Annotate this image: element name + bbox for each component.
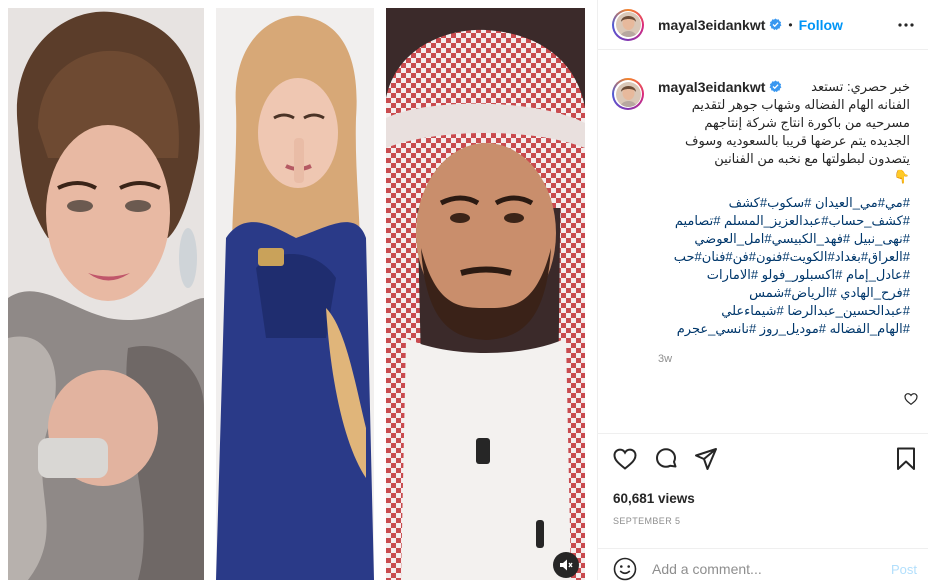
hashtag-line[interactable]: #العراق#بغداد#الكويت#فنون#فن#فنان#حب <box>658 248 910 266</box>
caption-text-line: خبر حصري: تستعد <box>811 79 910 94</box>
hashtag-line[interactable]: #فرح_الهادي #الرياض#شمس <box>658 284 910 302</box>
caption-text-line: يتصدون لبطولتها مع نخبه من الفنانين <box>714 151 910 166</box>
hashtag-line[interactable]: #كشف_حساب#عبدالعزيز_المسلم #تصاميم <box>658 212 910 230</box>
caption-text-line: مسرحيه من باكورة انتاج شركة إنتاجهم <box>704 115 910 130</box>
follow-button[interactable]: Follow <box>799 17 843 33</box>
hashtag-line[interactable]: #عادل_إمام #اكسبلور_فولو #الامارات <box>658 266 910 284</box>
post-media[interactable] <box>0 0 597 580</box>
view-count[interactable]: 60,681 views <box>613 491 695 506</box>
verified-badge-icon <box>769 80 782 93</box>
verified-badge-icon <box>769 18 782 31</box>
separator-dot: • <box>788 17 793 32</box>
photo-woman-fur <box>8 8 204 580</box>
caption-username-link[interactable]: mayal3eidankwt <box>658 78 765 96</box>
pointing-down-emoji: 👇 <box>893 169 910 184</box>
avatar[interactable] <box>612 8 644 41</box>
comment-bar: Post <box>598 548 928 581</box>
avatar[interactable] <box>612 78 644 110</box>
caption-text-line: الجديده يتم عرضها قريبا بالسعوديه وسوف <box>685 133 910 148</box>
speaker-muted-icon <box>560 559 573 571</box>
bookmark-icon[interactable] <box>893 446 919 472</box>
post-comment-button[interactable]: Post <box>891 562 917 577</box>
post-actions: 60,681 views SEPTEMBER 5 <box>598 433 928 526</box>
post-date[interactable]: SEPTEMBER 5 <box>613 516 680 526</box>
caption-first-line: mayal3eidankwt خبر حصري: تستعد <box>658 78 910 96</box>
username-link[interactable]: mayal3eidankwt <box>658 17 765 33</box>
more-options-icon[interactable] <box>897 17 915 33</box>
comment-input[interactable] <box>652 557 872 581</box>
mute-button[interactable] <box>553 552 579 578</box>
caption-time-ago[interactable]: 3w <box>658 350 910 368</box>
hashtag-list: #مي#مي_العيدان #سكوب#كشف #كشف_حساب#عبدال… <box>658 194 910 338</box>
photo-woman-blonde <box>216 8 374 580</box>
comment-icon[interactable] <box>653 446 679 472</box>
hashtag-line[interactable]: #مي#مي_العيدان #سكوب#كشف <box>658 194 910 212</box>
caption-text-line: الفنانه الهام الفضاله وشهاب جوهر لتقديم <box>691 97 910 112</box>
hashtag-line[interactable]: #الهام_الفضاله #موديل_روز #نانسي_عجرم <box>658 320 910 338</box>
caption-like-heart-icon[interactable] <box>904 392 918 406</box>
smiley-icon[interactable] <box>613 557 637 581</box>
action-bar <box>598 446 928 476</box>
hashtag-line[interactable]: #عبدالحسين_عبدالرضا #شيماءعلي <box>658 302 910 320</box>
photo-man-shemagh <box>386 8 585 580</box>
caption-body: mayal3eidankwt خبر حصري: تستعد الفنانه ا… <box>658 78 910 368</box>
post-sidebar: mayal3eidankwt • Follow mayal3eidankwt خ… <box>597 0 928 581</box>
hashtag-line[interactable]: #نهى_نبيل #فهد_الكبيسي#امل_العوضي <box>658 230 910 248</box>
heart-icon[interactable] <box>612 446 638 472</box>
post-header: mayal3eidankwt • Follow <box>598 0 928 50</box>
paper-plane-icon[interactable] <box>693 446 719 472</box>
